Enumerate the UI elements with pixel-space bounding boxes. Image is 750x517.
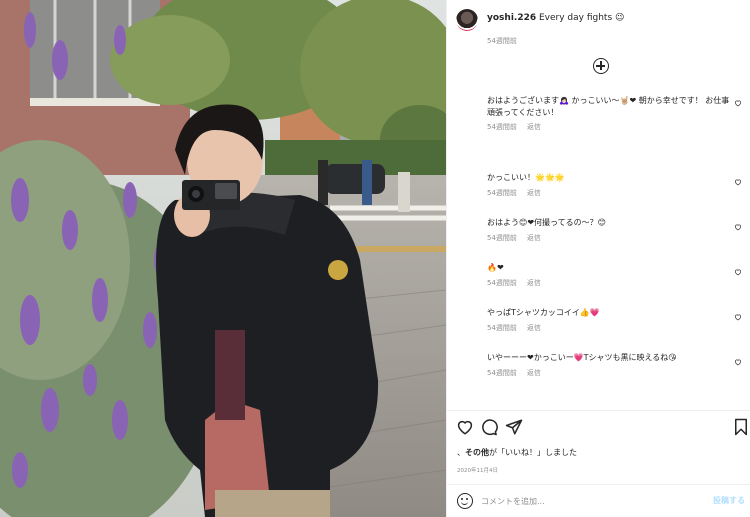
comment-text: おはよう😊❤︎何撮ってるの〜？😊: [487, 218, 606, 227]
comment-time[interactable]: 54週間前: [487, 324, 517, 332]
comment-bubble-icon[interactable]: [480, 418, 498, 436]
username-link[interactable]: yoshi.226: [487, 13, 536, 23]
comment-time[interactable]: 54週間前: [487, 279, 517, 287]
comment-meta: 54週間前 返信: [487, 188, 737, 198]
comment-meta: 54週間前 返信: [487, 323, 737, 333]
add-comment-bar: 投稿する: [447, 485, 750, 517]
comment-item: いやーーー❤︎かっこいー💗Tシャツも黒に映えるね😘 54週間前 返信: [487, 352, 742, 378]
caption-text: Every day fights 😉: [538, 13, 625, 23]
comment-meta: 54週間前 返信: [487, 278, 737, 288]
comment-time[interactable]: 54週間前: [487, 234, 517, 242]
comment-meta: 54週間前 返信: [487, 122, 737, 132]
comment-item: かっこいい！🌟🌟🌟 54週間前 返信: [487, 172, 742, 198]
heart-icon[interactable]: [734, 178, 742, 186]
reply-button[interactable]: 返信: [527, 279, 541, 287]
comment-text: おはようございます🙇🏻‍♀️ かっこいい〜🤘🏼❤︎ 朝から幸せです！ お仕事頑張…: [487, 96, 730, 117]
heart-icon[interactable]: [734, 223, 742, 231]
reply-button[interactable]: 返信: [527, 324, 541, 332]
post-comment-button[interactable]: 投稿する: [713, 495, 745, 506]
post-header: yoshi.226 Every day fights 😉 54週間前: [447, 0, 750, 45]
comment-text: いやーーー❤︎かっこいー💗Tシャツも黒に映えるね😘: [487, 353, 677, 362]
comment-text: 🔥❤︎: [487, 263, 504, 272]
likes-prefix: 、: [457, 448, 465, 457]
comment-meta: 54週間前 返信: [487, 233, 737, 243]
comment-item: やっぱTシャツカッコイイ👍💗 54週間前 返信: [487, 307, 742, 333]
heart-icon[interactable]: [734, 268, 742, 276]
comment-item: おはよう😊❤︎何撮ってるの〜？😊 54週間前 返信: [487, 217, 742, 243]
post-caption: yoshi.226 Every day fights 😉: [487, 13, 624, 23]
plus-circle-icon[interactable]: [593, 58, 609, 74]
heart-icon[interactable]: [734, 358, 742, 366]
heart-icon[interactable]: [734, 313, 742, 321]
likes-suffix: が「いいね！」しました: [489, 448, 577, 457]
divider: [447, 410, 750, 411]
comment-item: 🔥❤︎ 54週間前 返信: [487, 262, 742, 288]
post-photo: [0, 0, 446, 517]
comment-time[interactable]: 54週間前: [487, 189, 517, 197]
comment-meta: 54週間前 返信: [487, 368, 737, 378]
bookmark-icon[interactable]: [732, 418, 750, 436]
smiley-icon[interactable]: [457, 493, 473, 509]
heart-icon[interactable]: [456, 418, 474, 436]
comment-time[interactable]: 54週間前: [487, 123, 517, 131]
comment-time[interactable]: 54週間前: [487, 369, 517, 377]
action-bar: [447, 418, 750, 440]
reply-button[interactable]: 返信: [527, 123, 541, 131]
comment-text: かっこいい！🌟🌟🌟: [487, 173, 565, 182]
likes-summary: 、その他が「いいね！」しました: [457, 447, 577, 458]
post-sidebar: yoshi.226 Every day fights 😉 54週間前 おはようご…: [446, 0, 750, 517]
reply-button[interactable]: 返信: [527, 369, 541, 377]
caption-timestamp: 54週間前: [487, 37, 517, 45]
comment-item: おはようございます🙇🏻‍♀️ かっこいい〜🤘🏼❤︎ 朝から幸せです！ お仕事頑張…: [487, 95, 742, 132]
reply-button[interactable]: 返信: [527, 189, 541, 197]
avatar[interactable]: [456, 9, 478, 31]
reply-button[interactable]: 返信: [527, 234, 541, 242]
heart-icon[interactable]: [734, 99, 742, 107]
likes-others-link[interactable]: その他: [465, 448, 489, 457]
comment-text: やっぱTシャツカッコイイ👍💗: [487, 308, 600, 317]
paper-plane-icon[interactable]: [505, 418, 523, 436]
comment-input[interactable]: [481, 493, 681, 509]
post-date: 2020年11月4日: [457, 468, 498, 474]
